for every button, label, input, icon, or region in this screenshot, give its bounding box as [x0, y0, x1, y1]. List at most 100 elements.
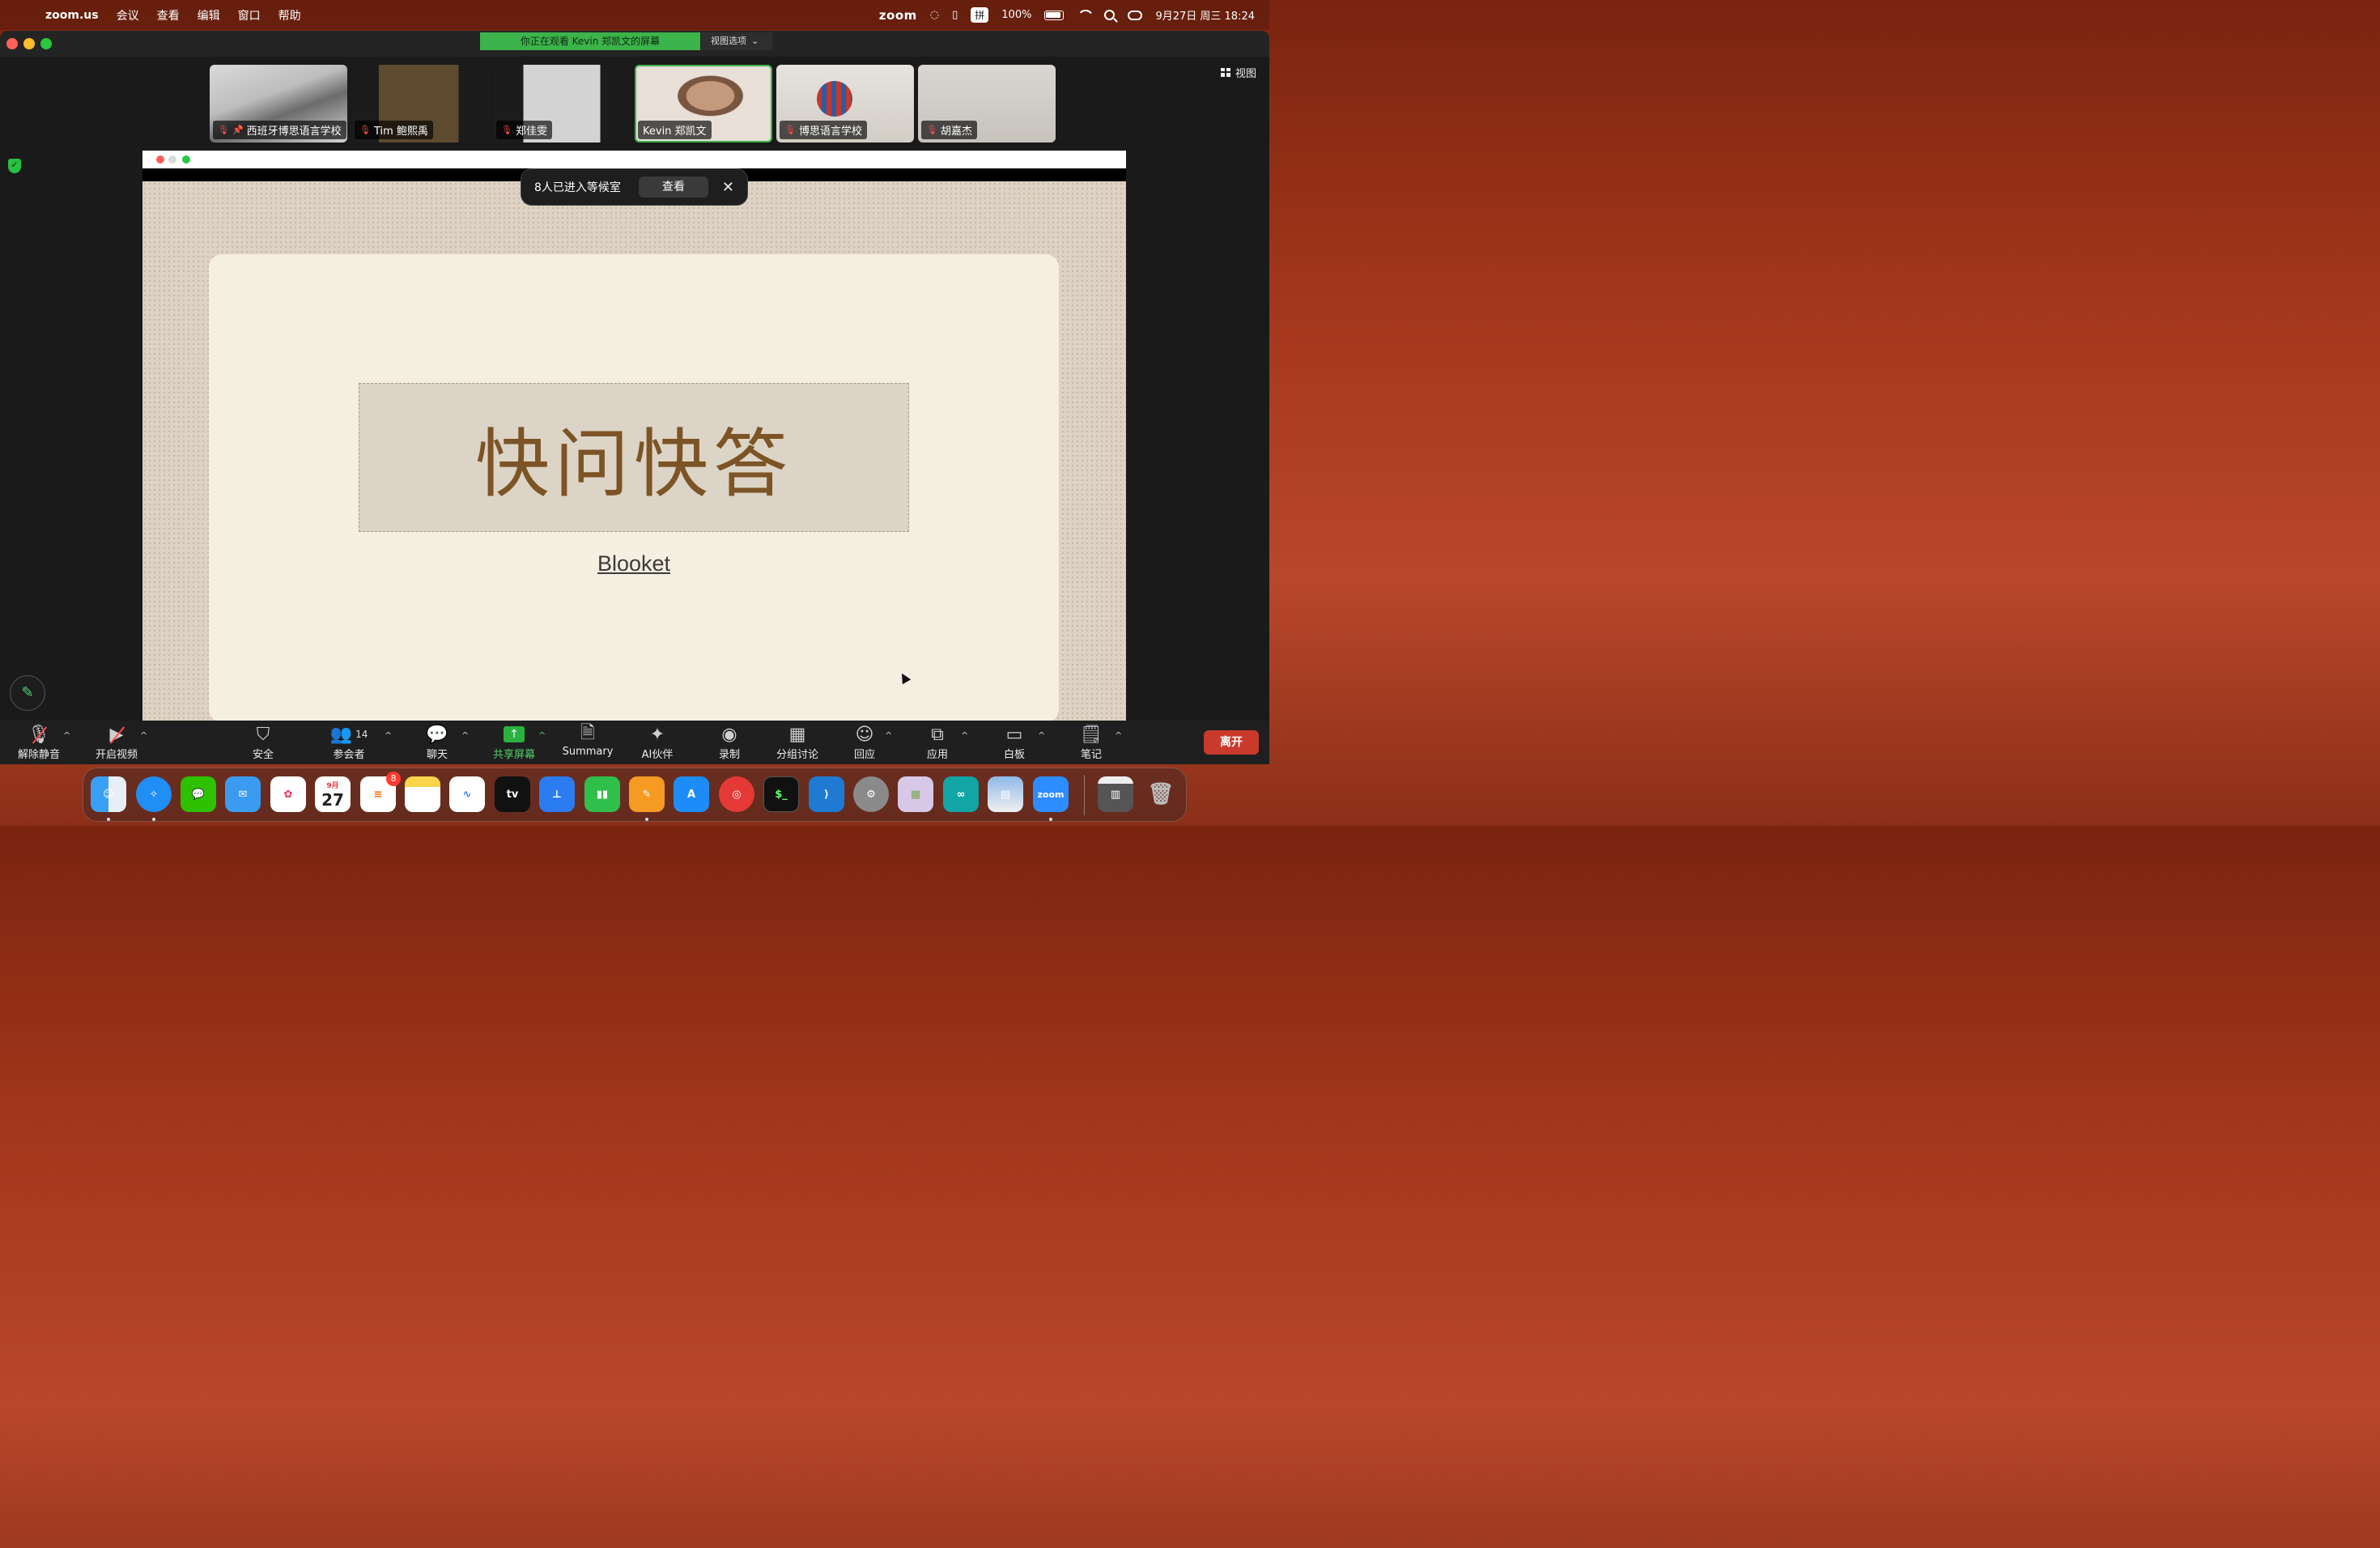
keynote-icon[interactable]: ⊥	[539, 776, 575, 812]
arduino-icon[interactable]: ∞	[943, 776, 979, 812]
vscode-icon[interactable]: ⟩	[809, 776, 844, 812]
unmute-button[interactable]: 🎙 解除静音	[2, 723, 75, 762]
microphone-icon: 🎙	[28, 724, 50, 745]
menu-window[interactable]: 窗口	[238, 7, 261, 23]
annotate-pencil-button[interactable]: ✎	[10, 675, 45, 711]
zoom-status-icon[interactable]: zoom	[879, 8, 917, 23]
notes-app-icon[interactable]	[405, 776, 440, 812]
reactions-label: 回应	[853, 749, 875, 761]
launchpad-icon[interactable]: ▦	[898, 776, 933, 812]
share-arrow-icon: ↑	[504, 726, 525, 742]
participant-name-tag: 🎙 📌 西班牙博思语言学校	[213, 121, 346, 139]
reactions-caret-icon[interactable]: ^	[885, 730, 892, 741]
menu-meeting[interactable]: 会议	[117, 7, 139, 23]
view-waiting-room-button[interactable]: 查看	[638, 176, 708, 198]
participants-caret-icon[interactable]: ^	[385, 730, 392, 741]
whiteboard-button[interactable]: ▭ 白板	[978, 723, 1051, 762]
shared-screen: 快问快答 Blooket	[142, 151, 1126, 722]
blooket-link[interactable]: Blooket	[209, 551, 1059, 576]
muted-mic-icon: 🎙	[218, 125, 229, 135]
terminal-icon[interactable]: $_	[763, 776, 799, 812]
menubar-clock[interactable]: 9月27日 周三 18:24	[1155, 7, 1255, 23]
muted-mic-icon: 🎙	[359, 125, 371, 135]
breakout-rooms-button[interactable]: ▦ 分组讨论	[761, 723, 834, 762]
fullscreen-window-button[interactable]	[40, 38, 52, 49]
participant-tile[interactable]: 🎙 胡嘉杰	[918, 65, 1056, 142]
menu-app-name[interactable]: zoom.us	[45, 9, 99, 22]
apps-button[interactable]: ⧉ 应用	[901, 723, 974, 762]
shared-minimize-dot	[168, 155, 176, 164]
reactions-button[interactable]: ☺ 回应	[828, 723, 901, 762]
chat-caret-icon[interactable]: ^	[461, 730, 469, 741]
safari-icon[interactable]: ✧	[136, 776, 172, 812]
trash-icon[interactable]: 🗑	[1143, 776, 1179, 812]
pages-icon[interactable]: ✎	[629, 776, 665, 812]
netease-music-icon[interactable]: ◎	[719, 776, 754, 812]
participant-name: 郑佳雯	[515, 125, 547, 138]
notes-button[interactable]: 🗒 笔记	[1055, 723, 1128, 762]
start-video-button[interactable]: ▶ 开启视频	[80, 723, 153, 762]
close-window-button[interactable]	[6, 38, 18, 49]
summary-button[interactable]: 🗎 Summary	[551, 723, 624, 758]
participant-tile[interactable]: 🎙 郑佳雯	[493, 65, 631, 142]
control-center-icon[interactable]	[1128, 10, 1143, 20]
system-settings-icon[interactable]: ⚙	[853, 776, 889, 812]
audio-options-caret-icon[interactable]: ^	[63, 730, 70, 741]
ai-companion-button[interactable]: ✦ AI伙伴	[621, 723, 694, 762]
preview-icon[interactable]: ▤	[988, 776, 1023, 812]
menu-edit[interactable]: 编辑	[198, 7, 220, 23]
menu-help[interactable]: 帮助	[278, 7, 301, 23]
freeform-icon[interactable]: ∿	[449, 776, 485, 812]
apps-caret-icon[interactable]: ^	[961, 730, 968, 741]
video-options-caret-icon[interactable]: ^	[140, 730, 147, 741]
leave-meeting-button[interactable]: 离开	[1204, 730, 1259, 755]
battery-icon[interactable]	[1044, 10, 1065, 20]
input-method-icon[interactable]: 拼	[971, 7, 989, 23]
whiteboard-caret-icon[interactable]: ^	[1038, 730, 1045, 741]
photos-icon[interactable]: ✿	[270, 776, 306, 812]
record-button[interactable]: ◉ 录制	[693, 723, 766, 762]
menu-view[interactable]: 查看	[157, 7, 180, 23]
muted-mic-icon: 🎙	[926, 125, 937, 135]
app-store-icon[interactable]: A	[674, 776, 709, 812]
sync-icon[interactable]: ◌	[930, 9, 939, 21]
share-caret-icon[interactable]: ^	[538, 730, 546, 741]
zoom-app-icon[interactable]: zoom	[1033, 776, 1069, 812]
chevron-down-icon: ⌄	[751, 36, 759, 46]
close-icon[interactable]: ✕	[722, 179, 734, 196]
finder-icon[interactable]: ☺	[91, 776, 126, 812]
share-screen-label: 共享屏幕	[492, 749, 535, 761]
pin-icon: 📌	[232, 125, 244, 135]
numbers-icon[interactable]: ▮▮	[584, 776, 620, 812]
participant-tile-active-speaker[interactable]: Kevin 郑凯文	[635, 65, 772, 142]
calendar-icon[interactable]: 9月 27	[315, 776, 351, 812]
participant-name: Tim 鲍熙禹	[373, 125, 428, 138]
minimize-window-button[interactable]	[23, 38, 35, 49]
running-indicator	[645, 818, 648, 821]
participant-tile[interactable]: 🎙 Tim 鲍熙禹	[351, 65, 489, 142]
spotlight-search-icon[interactable]	[1104, 10, 1116, 20]
reminders-icon[interactable]: ≡ 8	[360, 772, 401, 812]
participant-tile[interactable]: 🎙 📌 西班牙博思语言学校	[210, 65, 347, 142]
apple-tv-icon[interactable]: tv	[495, 776, 530, 812]
participant-tile[interactable]: 🎙 博思语言学校	[776, 65, 914, 142]
participants-button[interactable]: 👥 14 参会者	[312, 723, 385, 762]
recent-folder-icon[interactable]: ▥	[1098, 776, 1133, 812]
mail-icon[interactable]: ✉	[225, 776, 261, 812]
breakout-grid-icon: ▦	[788, 724, 806, 745]
notes-caret-icon[interactable]: ^	[1115, 730, 1122, 741]
wechat-icon[interactable]: 💬	[181, 776, 216, 812]
sidebar-toggle-icon[interactable]: ▯	[952, 9, 958, 21]
encryption-shield-icon[interactable]: ✓	[8, 159, 21, 173]
chat-button[interactable]: 💬 聊天	[401, 723, 474, 762]
view-layout-button[interactable]: 视图	[1220, 65, 1256, 80]
participant-name-tag: 🎙 Tim 鲍熙禹	[355, 121, 433, 139]
security-button[interactable]: ⛉ 安全	[227, 723, 300, 762]
slide-background: 快问快答 Blooket	[142, 181, 1126, 722]
unmute-label: 解除静音	[17, 749, 60, 761]
muted-mic-icon: 🎙	[501, 125, 512, 135]
calendar-month: 9月	[326, 781, 339, 790]
share-screen-button[interactable]: ↑ 共享屏幕	[478, 723, 550, 761]
view-options-dropdown[interactable]: 视图选项 ⌄	[701, 32, 772, 50]
wifi-icon[interactable]	[1077, 10, 1091, 21]
